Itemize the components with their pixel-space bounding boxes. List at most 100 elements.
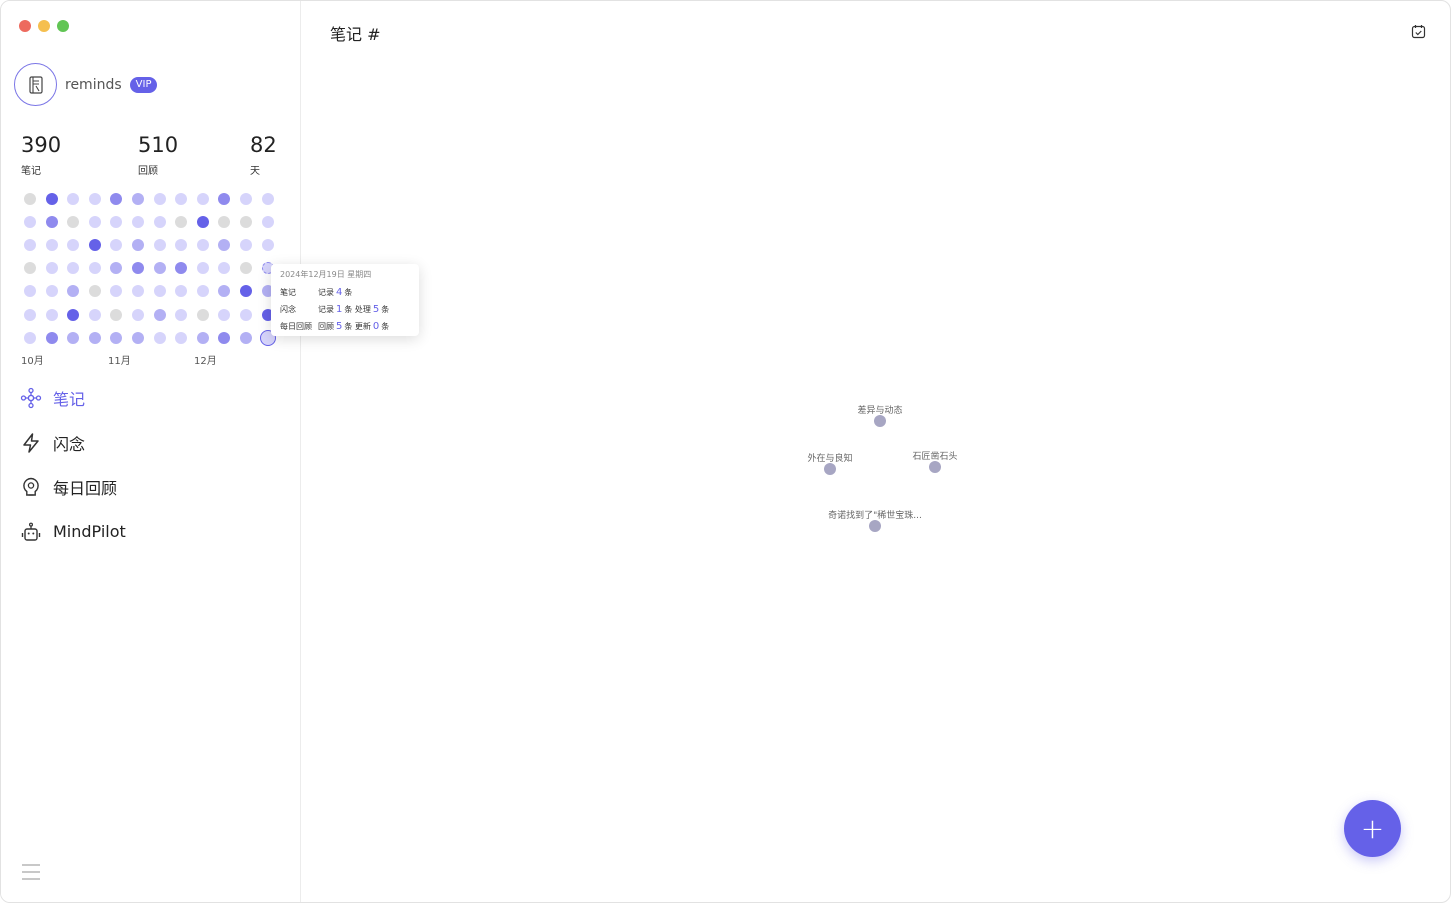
heatmap-cell[interactable] — [132, 331, 144, 344]
heatmap-cell[interactable] — [218, 285, 231, 298]
heatmap-cell[interactable] — [153, 239, 166, 252]
heatmap-cell[interactable] — [196, 308, 209, 321]
heatmap-cell[interactable] — [132, 193, 144, 205]
heatmap-cell[interactable] — [45, 308, 58, 321]
heatmap-cell[interactable] — [88, 308, 101, 321]
heatmap-cell[interactable] — [175, 193, 188, 205]
heatmap-cell[interactable] — [24, 239, 36, 252]
heatmap-cell[interactable] — [67, 308, 80, 321]
heatmap-cell[interactable] — [196, 193, 209, 205]
heatmap-cell[interactable] — [175, 262, 188, 275]
heatmap-cell[interactable] — [196, 285, 209, 298]
heatmap-cell[interactable] — [110, 262, 123, 275]
heatmap-cell[interactable] — [110, 308, 123, 321]
heatmap-cell[interactable] — [110, 285, 123, 298]
heatmap-cell[interactable] — [175, 331, 188, 344]
heatmap-cell[interactable] — [132, 285, 144, 298]
heatmap-cell[interactable] — [88, 216, 101, 229]
sidebar-item-daily-review[interactable]: 每日回顾 — [19, 474, 126, 500]
user-profile[interactable]: reminds VIP — [14, 63, 158, 106]
heatmap-cell[interactable] — [67, 193, 80, 205]
heatmap-cell[interactable] — [67, 331, 80, 344]
heatmap-cell[interactable] — [45, 285, 58, 298]
heatmap-cell[interactable] — [175, 216, 188, 229]
heatmap-cell[interactable] — [261, 216, 274, 229]
heatmap-cell[interactable] — [240, 308, 252, 321]
zoom-window-button[interactable] — [57, 20, 69, 32]
heatmap-cell[interactable] — [153, 216, 166, 229]
heatmap-cell[interactable] — [88, 239, 101, 252]
graph-node[interactable] — [874, 415, 886, 427]
heatmap-cell[interactable] — [132, 262, 144, 275]
heatmap-cell[interactable] — [196, 239, 209, 252]
heatmap-cell[interactable] — [240, 262, 252, 275]
heatmap-cell[interactable] — [240, 285, 252, 298]
menu-button[interactable] — [21, 862, 41, 882]
heatmap-cell[interactable] — [240, 239, 252, 252]
heatmap-cell[interactable] — [45, 239, 58, 252]
heatmap-cell[interactable] — [261, 193, 274, 205]
heatmap-cell[interactable] — [196, 216, 209, 229]
heatmap-cell[interactable] — [153, 331, 166, 344]
heatmap-cell[interactable] — [153, 285, 166, 298]
heatmap-cell[interactable] — [218, 308, 231, 321]
stat-value: 82 — [250, 133, 277, 157]
heatmap-cell[interactable] — [240, 216, 252, 229]
heatmap-cell[interactable] — [24, 193, 36, 205]
heatmap-cell[interactable] — [153, 193, 166, 205]
sidebar-item-mindpilot[interactable]: MindPilot — [19, 519, 126, 545]
heatmap-cell[interactable] — [132, 239, 144, 252]
heatmap-cell[interactable] — [110, 216, 123, 229]
heatmap-cell[interactable] — [132, 216, 144, 229]
heatmap-cell[interactable] — [218, 262, 231, 275]
app-window: reminds VIP 390 笔记 510 回顾 82 天 10月 11月 1… — [0, 0, 1451, 903]
sidebar-item-flash[interactable]: 闪念 — [19, 430, 126, 456]
heatmap-cell[interactable] — [240, 331, 252, 344]
heatmap-cell[interactable] — [67, 239, 80, 252]
heatmap-cell[interactable] — [110, 331, 123, 344]
heatmap-cell[interactable] — [88, 285, 101, 298]
heatmap-cell[interactable] — [24, 331, 36, 344]
heatmap-cell[interactable] — [110, 239, 123, 252]
heatmap-cell[interactable] — [261, 239, 274, 252]
heatmap-cell[interactable] — [218, 331, 231, 344]
graph-node[interactable] — [869, 520, 881, 532]
heatmap-cell[interactable] — [45, 331, 58, 344]
heatmap-cell[interactable] — [67, 216, 80, 229]
notes-graph[interactable]: 差异与动态 外在与良知 石匠凿石头 奇诺找到了"稀世宝珠... — [301, 1, 1450, 902]
heatmap-cell[interactable] — [175, 308, 188, 321]
heatmap-cell[interactable] — [45, 193, 58, 205]
heatmap-cell[interactable] — [24, 308, 36, 321]
add-note-button[interactable]: + — [1344, 800, 1401, 857]
heatmap-cell[interactable] — [218, 193, 231, 205]
heatmap-cell[interactable] — [218, 216, 231, 229]
heatmap-cell[interactable] — [88, 262, 101, 275]
avatar[interactable] — [14, 63, 57, 106]
heatmap-cell[interactable] — [88, 331, 101, 344]
heatmap-cell[interactable] — [45, 216, 58, 229]
heatmap-cell[interactable] — [218, 239, 231, 252]
heatmap-cell[interactable] — [110, 193, 123, 205]
heatmap-cell[interactable] — [196, 262, 209, 275]
minimize-window-button[interactable] — [38, 20, 50, 32]
close-window-button[interactable] — [19, 20, 31, 32]
heatmap-cell[interactable] — [88, 193, 101, 205]
heatmap-cell[interactable] — [196, 331, 209, 344]
heatmap-cell[interactable] — [45, 262, 58, 275]
heatmap-cell[interactable] — [240, 193, 252, 205]
heatmap-cell[interactable] — [67, 262, 80, 275]
heatmap-cell[interactable] — [24, 285, 36, 298]
heatmap-cell[interactable] — [175, 285, 188, 298]
heatmap-cell[interactable] — [24, 216, 36, 229]
sidebar-item-notes[interactable]: 笔记 — [19, 385, 126, 411]
heatmap-cell[interactable] — [67, 285, 80, 298]
heatmap-cell[interactable] — [153, 308, 166, 321]
graph-node[interactable] — [824, 463, 836, 475]
heatmap-cell[interactable] — [24, 262, 36, 275]
graph-node[interactable] — [929, 461, 941, 473]
heatmap-cell[interactable] — [153, 262, 166, 275]
tooltip-text: 条 — [381, 305, 390, 314]
heatmap-cell[interactable] — [175, 239, 188, 252]
heatmap-cell[interactable] — [132, 308, 144, 321]
sidebar-item-label: 每日回顾 — [53, 479, 118, 498]
